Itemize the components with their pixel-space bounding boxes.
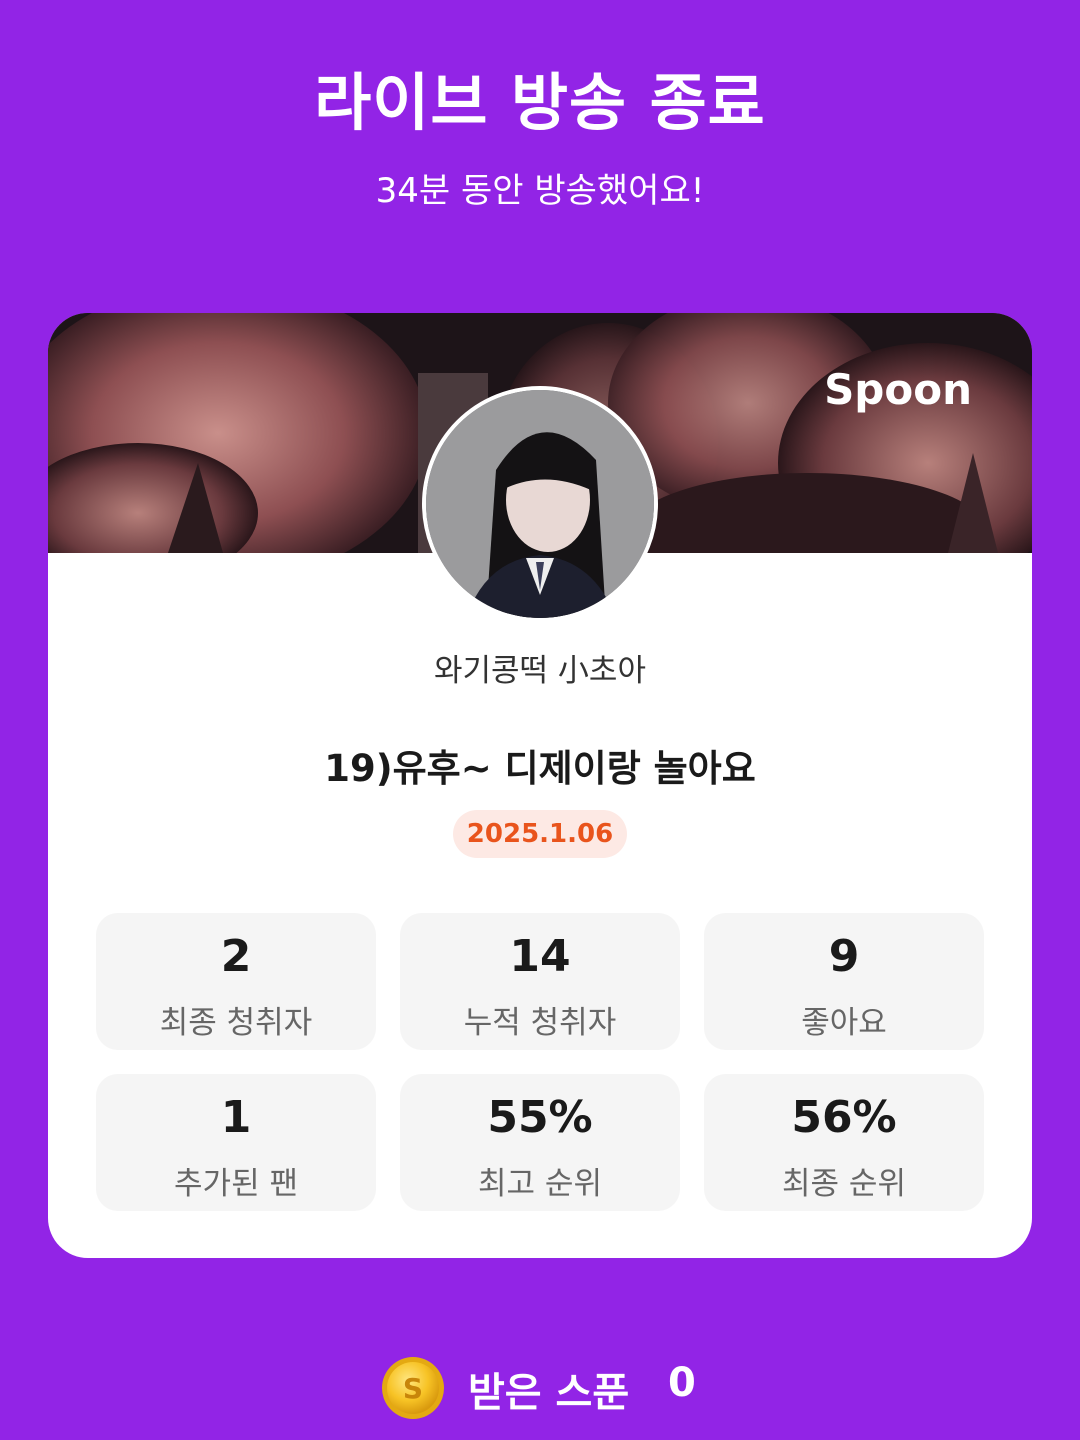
received-spoons-count: 0 bbox=[668, 1360, 696, 1406]
stat-label: 최종 청취자 bbox=[159, 1005, 313, 1041]
stat-value: 1 bbox=[220, 1092, 252, 1143]
stat-label: 추가된 팬 bbox=[174, 1166, 298, 1202]
stat-label: 누적 청취자 bbox=[463, 1005, 617, 1041]
stat-final-listeners: 2 최종 청취자 bbox=[96, 913, 376, 1050]
stat-value: 56% bbox=[791, 1092, 897, 1143]
stat-likes: 9 좋아요 bbox=[704, 913, 984, 1050]
broadcast-summary-card: Spoon 와기콩떡 小초아 19)유후~ 디제이랑 놀아요 2025.1.06… bbox=[48, 313, 1032, 1258]
date-badge: 2025.1.06 bbox=[453, 810, 627, 858]
stat-label: 최종 순위 bbox=[782, 1166, 906, 1202]
stat-value: 9 bbox=[828, 931, 860, 982]
stat-label: 좋아요 bbox=[801, 1005, 887, 1041]
live-title: 19)유후~ 디제이랑 놀아요 bbox=[324, 747, 756, 790]
stat-value: 14 bbox=[509, 931, 571, 982]
stat-value: 2 bbox=[220, 931, 252, 982]
page-title: 라이브 방송 종료 bbox=[314, 66, 766, 139]
stat-label: 최고 순위 bbox=[478, 1166, 602, 1202]
stat-final-rank: 56% 최종 순위 bbox=[704, 1074, 984, 1211]
stat-best-rank: 55% 최고 순위 bbox=[400, 1074, 680, 1211]
broadcast-duration: 34분 동안 방송했어요! bbox=[375, 171, 705, 211]
received-spoons-label: 받은 스푼 bbox=[468, 1370, 630, 1416]
spoon-coin-icon: S bbox=[381, 1356, 445, 1420]
stat-total-listeners: 14 누적 청취자 bbox=[400, 913, 680, 1050]
avatar[interactable] bbox=[422, 386, 658, 622]
stat-value: 55% bbox=[487, 1092, 593, 1143]
spoon-logo: Spoon bbox=[824, 365, 972, 414]
svg-text:S: S bbox=[403, 1372, 423, 1405]
received-spoons: S 받은 스푼 0 bbox=[0, 1353, 1080, 1423]
dj-nickname: 와기콩떡 小초아 bbox=[434, 653, 646, 689]
stat-new-fans: 1 추가된 팬 bbox=[96, 1074, 376, 1211]
